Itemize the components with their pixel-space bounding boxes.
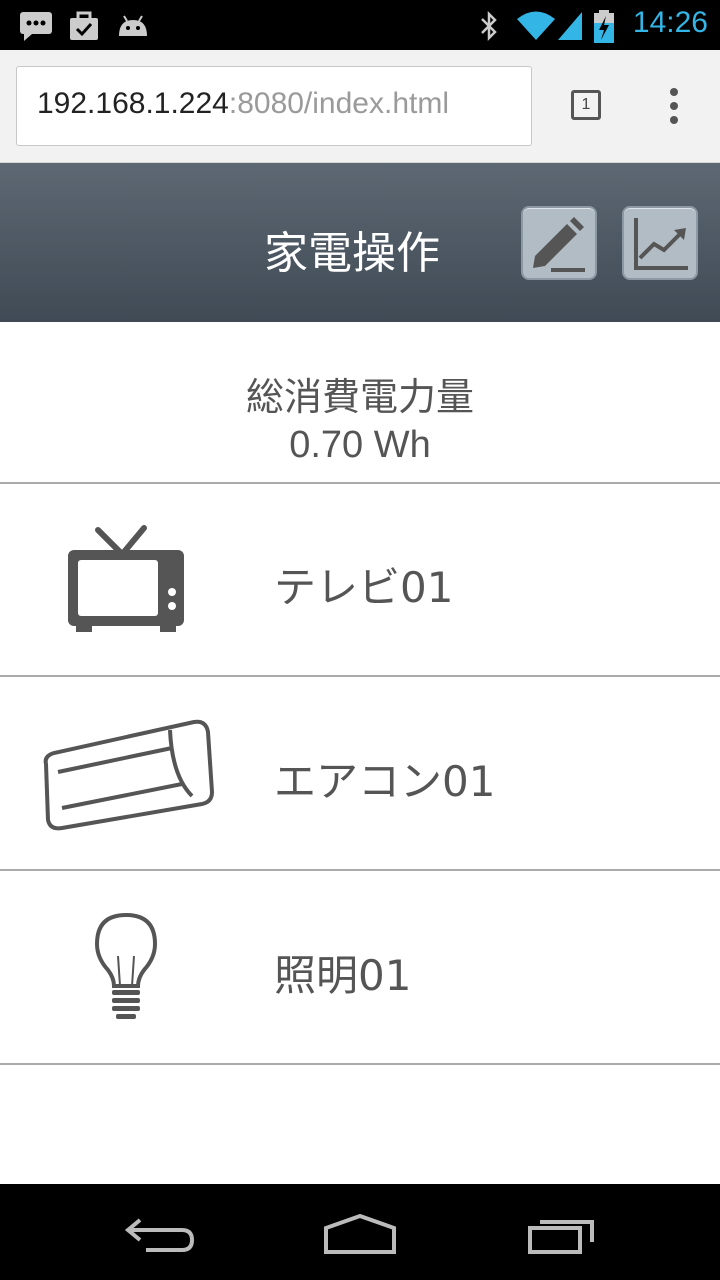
edit-button[interactable]	[521, 206, 597, 280]
chart-button[interactable]	[622, 206, 698, 280]
battery-icon	[594, 10, 614, 43]
clock: 14:26	[632, 6, 708, 39]
url-host: 192.168.1.224	[37, 87, 229, 120]
url-path: :8080/index.html	[228, 87, 449, 120]
system-nav-bar	[0, 1184, 720, 1280]
page-title: 家電操作	[264, 228, 440, 279]
status-bar: 14:26	[0, 0, 720, 50]
air-conditioner-icon	[43, 719, 214, 831]
device-row-air-conditioner[interactable]: エアコン01	[0, 678, 720, 871]
bluetooth-icon	[481, 10, 497, 42]
url-bar[interactable]: 192.168.1.224:8080/index.html	[16, 66, 532, 146]
browser-toolbar: 192.168.1.224:8080/index.html 1	[0, 50, 720, 163]
light-bulb-icon	[94, 912, 158, 1019]
total-consumption: 総消費電力量 0.70 Wh	[0, 322, 720, 484]
tv-icon	[68, 525, 184, 632]
device-row-tv[interactable]: テレビ01	[0, 484, 720, 677]
pencil-icon	[533, 217, 585, 272]
back-icon[interactable]	[124, 1214, 196, 1254]
tab-switcher-button[interactable]: 1	[571, 90, 601, 120]
device-name: エアコン01	[274, 757, 496, 806]
line-chart-icon	[634, 218, 688, 270]
message-icon	[20, 12, 52, 41]
url-text: 192.168.1.224:8080/index.html	[37, 87, 449, 121]
device-row-light[interactable]: 照明01	[0, 872, 720, 1065]
wifi-icon	[517, 11, 555, 40]
task-icon	[70, 11, 98, 40]
home-icon[interactable]	[322, 1212, 398, 1256]
recent-apps-icon[interactable]	[526, 1214, 598, 1254]
signal-icon	[558, 12, 582, 40]
total-consumption-label: 総消費電力量	[245, 375, 474, 419]
total-consumption-value: 0.70 Wh	[289, 424, 431, 466]
device-name: テレビ01	[274, 563, 454, 612]
app-header: 家電操作	[0, 163, 720, 322]
android-icon	[119, 15, 147, 36]
device-name: 照明01	[274, 951, 412, 1000]
overflow-menu-button[interactable]	[660, 86, 688, 126]
